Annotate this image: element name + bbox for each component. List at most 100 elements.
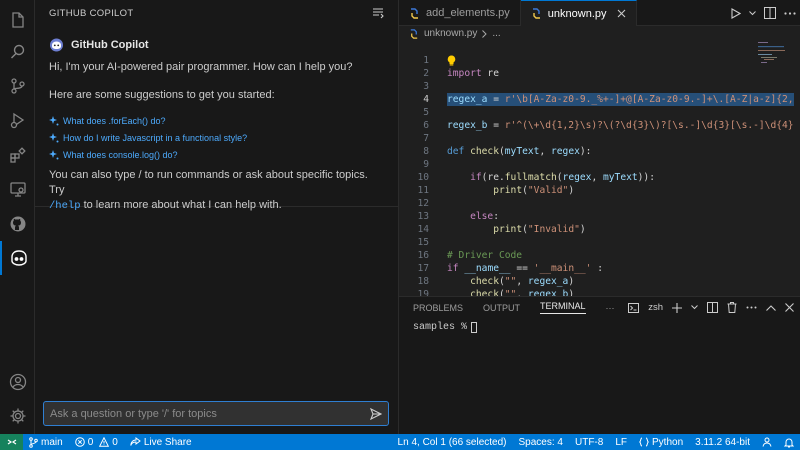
copilot-chat-panel: GITHUB COPILOT GitHub Copilot Hi, I'm yo… [35,0,399,434]
cursor-position[interactable]: Ln 4, Col 1 (66 selected) [392,434,513,450]
chevron-up-icon[interactable] [766,304,776,311]
code-text: check("", regex_b) [470,289,575,296]
lightbulb-icon[interactable] [447,55,456,66]
code-line: 17 check("", regex_a) [399,249,800,287]
code-line: 6 [399,106,800,131]
breadcrumb-file[interactable]: unknown.py [424,28,477,39]
sparkle-icon [49,132,59,143]
split-terminal-icon[interactable] [707,302,718,313]
live-share-label: Live Share [143,436,192,448]
live-share-status[interactable]: Live Share [124,434,198,450]
copilot-chat-icon[interactable] [0,241,35,275]
chevron-down-icon[interactable] [749,10,756,16]
help-line-2: to learn more about what I can help with… [80,199,282,211]
code-line: 12 else: [399,184,800,222]
extensions-icon[interactable] [0,138,35,172]
code-line: 4 [399,80,800,105]
code-line: 5 regex_b = r'^(\+\d{1,2}\s)?\(?\d{3}\)?… [399,93,800,131]
tab-problems[interactable]: PROBLEMS [413,303,463,313]
github-icon[interactable] [0,207,35,241]
panel-tabs: PROBLEMS OUTPUT TERMINAL ··· zsh [399,297,800,318]
chat-input-box [43,401,389,426]
tab-terminal[interactable]: TERMINAL [540,301,586,314]
problems-status[interactable]: 0 0 [69,434,124,450]
code-line: 14 [399,210,800,235]
minimap[interactable] [758,42,786,64]
suggestion-label: What does console.log() do? [63,149,178,160]
editor-actions [730,0,796,26]
trash-icon[interactable] [727,302,737,313]
live-share-person-icon[interactable] [756,434,778,450]
editor-group: add_elements.py unknown.py unknown.py ..… [399,0,800,296]
settings-gear-icon[interactable] [0,399,35,433]
terminal[interactable]: samples % [399,318,800,337]
chat-input[interactable] [50,407,370,420]
remote-indicator[interactable] [0,434,23,450]
tab-label: unknown.py [547,7,607,20]
error-icon [74,437,85,447]
language-mode[interactable]: Python [633,434,689,450]
explorer-icon[interactable] [0,3,35,37]
chevron-right-icon [482,29,488,38]
branch-status[interactable]: main [23,434,69,450]
bot-header: GitHub Copilot [49,38,384,52]
code-line: 7 def check(myText, regex): [399,119,800,157]
source-control-icon[interactable] [0,69,35,103]
activity-bar [0,0,35,434]
tab-add-elements[interactable]: add_elements.py [399,0,521,26]
python-file-icon [531,8,542,19]
shell-name[interactable]: zsh [648,302,663,313]
sparkle-icon [49,115,59,126]
python-file-icon [409,7,420,19]
clear-chat-icon[interactable] [372,7,384,19]
warning-icon [99,437,110,447]
code-line: 10 print("Valid") [399,158,800,196]
panel-title: GITHUB COPILOT [49,7,134,19]
more-actions-icon[interactable] [784,11,796,15]
live-share-icon [130,437,141,447]
encoding-status[interactable]: UTF-8 [569,434,609,450]
code-line: 8 [399,132,800,157]
run-python-icon[interactable] [730,7,741,19]
tab-unknown[interactable]: unknown.py [520,0,637,26]
remote-explorer-icon[interactable] [0,172,35,206]
chevron-down-icon[interactable] [691,305,698,310]
error-count: 0 [87,436,94,448]
new-terminal-icon[interactable] [672,302,682,313]
greeting-text: Hi, I'm your AI-powered pair programmer.… [49,61,353,73]
more-views-button[interactable]: ··· [606,303,615,313]
chat-conversation: GitHub Copilot Hi, I'm your AI-powered p… [35,26,398,212]
send-icon[interactable] [370,407,382,420]
code-editor[interactable]: 1 import re 2 3 regex_a = r'\b[A-Za-z0-9… [399,41,800,296]
close-panel-icon[interactable] [785,303,794,312]
language-label: Python [652,436,684,448]
suggestion-label: What does .forEach() do? [63,115,166,126]
code-line: 1 import re [399,41,800,79]
eol-status[interactable]: LF [609,434,633,450]
tab-output[interactable]: OUTPUT [483,303,520,313]
split-editor-icon[interactable] [764,7,776,19]
warning-count: 0 [112,436,118,448]
suggestion-link[interactable]: How do I write Javascript in a functiona… [49,129,384,146]
line-number: 19 [417,289,429,296]
search-icon[interactable] [0,35,35,69]
breadcrumb-rest[interactable]: ... [492,28,500,39]
sparkle-icon [49,149,59,160]
accounts-icon[interactable] [0,365,35,399]
indentation-status[interactable]: Spaces: 4 [513,434,569,450]
suggestion-link[interactable]: What does .forEach() do? [49,112,384,129]
close-tab-icon[interactable] [617,9,626,18]
braces-icon [639,437,649,447]
tab-label: add_elements.py [426,7,510,19]
code-line: 13 print("Invalid") [399,197,800,235]
python-interpreter[interactable]: 3.11.2 64-bit [689,434,756,450]
notifications-bell-icon[interactable] [778,434,800,450]
suggestion-link[interactable]: What does console.log() do? [49,146,384,163]
code-line: 19 [399,275,800,296]
help-command[interactable]: /help [49,200,81,212]
more-actions-icon[interactable] [746,306,757,309]
python-file-icon [409,28,419,39]
bot-name: GitHub Copilot [71,39,149,51]
terminal-icon [628,302,640,313]
run-debug-icon[interactable] [0,103,35,137]
